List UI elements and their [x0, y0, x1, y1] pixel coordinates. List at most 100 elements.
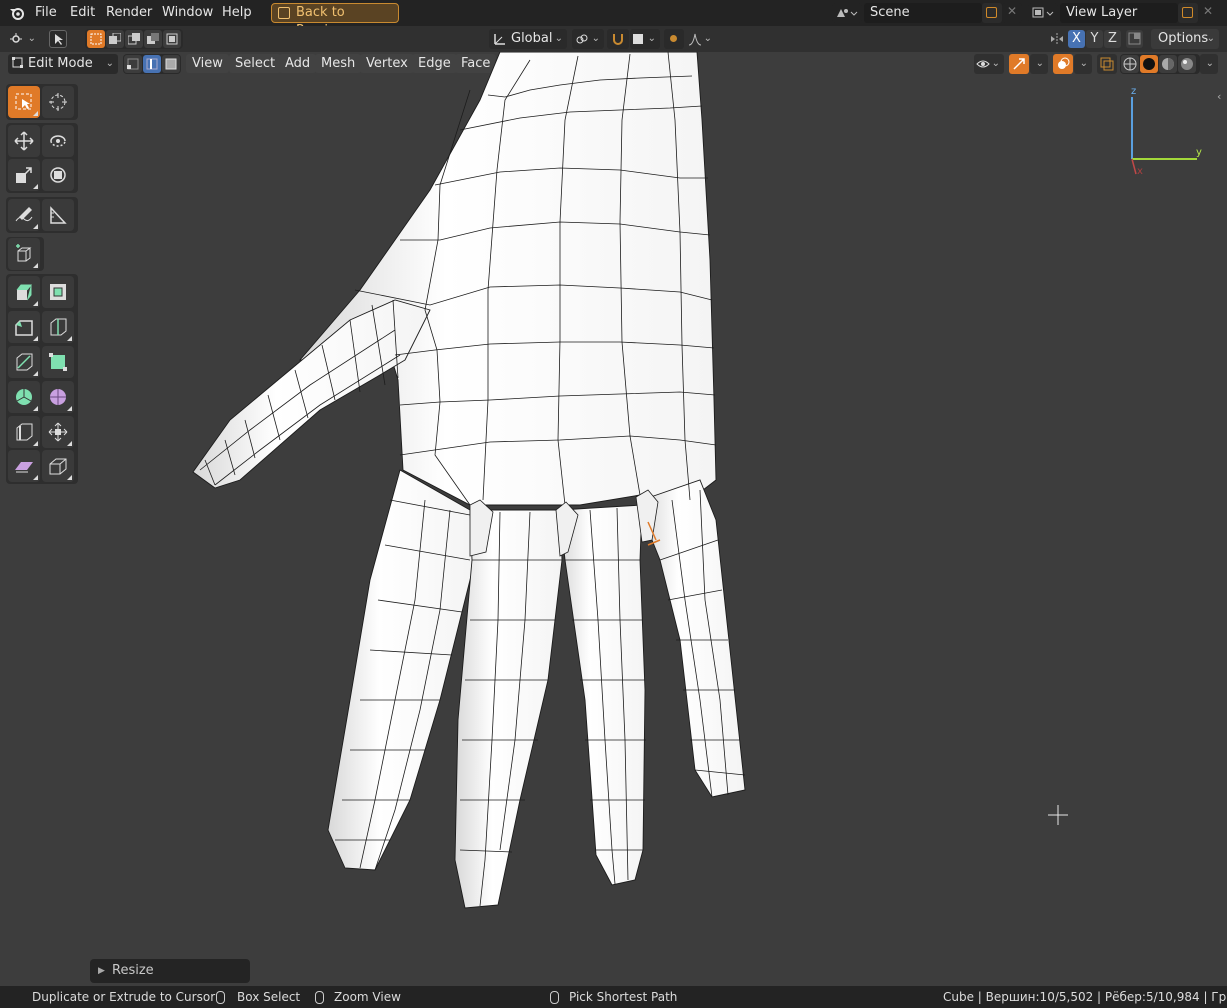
spin-icon — [16, 389, 32, 405]
tool-smooth[interactable] — [42, 381, 74, 413]
tool-extrude-region[interactable] — [8, 276, 40, 308]
tool-options-corner — [67, 336, 72, 341]
select-mode-intersect-icon[interactable] — [163, 30, 181, 48]
snap-toggle[interactable] — [607, 29, 629, 49]
select-mode-new-icon[interactable] — [87, 30, 105, 48]
mirror-icon[interactable] — [1050, 32, 1064, 46]
tool-options-corner — [67, 406, 72, 411]
options-dropdown[interactable]: Options ⌄ — [1151, 29, 1219, 49]
menu-file[interactable]: File — [35, 5, 57, 20]
tool-add-cube[interactable] — [8, 238, 40, 270]
tool-knife[interactable] — [8, 346, 40, 378]
scene-icon — [837, 9, 858, 17]
poly-build-icon — [49, 353, 67, 371]
tool-spin[interactable] — [8, 381, 40, 413]
bevel-icon — [15, 320, 33, 336]
view-layer-name-field[interactable]: View Layer — [1060, 3, 1178, 23]
rip-region-icon — [49, 458, 67, 475]
tool-options-corner — [67, 441, 72, 446]
pivot-point-dropdown[interactable]: ⌄ — [572, 29, 604, 49]
transform-orientation-dropdown[interactable]: Global ⌄ — [489, 29, 567, 49]
view-layer-remove-button[interactable]: ✕ — [1198, 3, 1218, 23]
view-layer-new-button[interactable] — [1178, 3, 1198, 23]
inset-faces-icon — [50, 284, 66, 300]
knife-icon — [16, 353, 33, 371]
scene-remove-button[interactable]: ✕ — [1002, 3, 1022, 23]
axis-x-toggle[interactable]: X — [1068, 30, 1085, 48]
axis-z-toggle[interactable]: Z — [1104, 30, 1121, 48]
back-to-previous-button[interactable]: Back to Previous — [271, 3, 399, 38]
tool-select-box[interactable] — [8, 86, 40, 118]
proportional-edit-toggle[interactable] — [664, 29, 684, 49]
tool-shrink-fatten[interactable] — [42, 416, 74, 448]
tool-options-corner — [33, 224, 38, 229]
shear-icon — [15, 462, 33, 473]
loop-cut-icon — [50, 318, 67, 336]
tool-edge-slide[interactable] — [8, 416, 40, 448]
last-operator-panel[interactable]: ▶ Resize — [90, 959, 250, 983]
status-box-select: Box Select — [237, 990, 301, 1004]
auto-merge-toggle[interactable] — [1126, 30, 1143, 48]
tool-options-corner — [33, 336, 38, 341]
select-tool-icon[interactable] — [49, 30, 67, 48]
view-layer-browse-button[interactable] — [1028, 3, 1058, 23]
add-cube-icon — [16, 244, 32, 262]
menu-edit[interactable]: Edit — [70, 5, 95, 20]
mouse-left-icon — [216, 991, 225, 1004]
tool-options-corner — [33, 406, 38, 411]
tool-poly-build[interactable] — [42, 346, 74, 378]
tool-cursor[interactable] — [42, 86, 74, 118]
status-zoom-view: Zoom View — [334, 990, 401, 1004]
tool-options-corner — [33, 441, 38, 446]
axis-y-toggle[interactable]: Y — [1086, 30, 1103, 48]
mouse-right-icon — [550, 991, 559, 1004]
mouse-middle-icon — [315, 991, 324, 1004]
rotate-icon — [50, 135, 66, 147]
select-mode-extend-icon[interactable] — [106, 30, 124, 48]
tool-annotate[interactable] — [8, 199, 40, 231]
tool-scale[interactable] — [8, 159, 40, 191]
status-left-action: Duplicate or Extrude to Cursor — [32, 990, 216, 1004]
tool-transform[interactable] — [42, 159, 74, 191]
extrude-region-icon — [16, 284, 33, 301]
editor-type-dropdown[interactable]: ⌄ — [6, 29, 40, 49]
tool-inset-faces[interactable] — [42, 276, 74, 308]
gizmo-y-label: y — [1196, 147, 1202, 158]
move-icon — [14, 131, 34, 151]
navigation-gizmo[interactable] — [1120, 88, 1210, 180]
back-icon — [278, 7, 290, 19]
menu-help[interactable]: Help — [222, 5, 252, 20]
tool-options-corner — [33, 184, 38, 189]
select-mode-subtract-icon[interactable] — [125, 30, 143, 48]
tool-settings-header: ⌄ Global ⌄ ⌄ ⌄ ⌄ X Y Z Options ⌄ — [0, 26, 1227, 52]
scene-name-field[interactable]: Scene — [864, 3, 982, 23]
tool-loop-cut[interactable] — [42, 311, 74, 343]
tool-rotate[interactable] — [42, 125, 74, 157]
close-icon: ✕ — [1203, 4, 1214, 18]
measure-ruler-icon — [50, 206, 67, 224]
tool-bevel[interactable] — [8, 311, 40, 343]
tool-move[interactable] — [8, 125, 40, 157]
tool-shear[interactable] — [8, 450, 40, 482]
select-mode-difference-icon[interactable] — [144, 30, 162, 48]
gizmo-z-label: z — [1131, 86, 1137, 97]
copy-icon — [1182, 7, 1193, 18]
edge-slide-icon — [16, 423, 33, 441]
chevron-down-icon: ⌄ — [554, 33, 563, 44]
top-bar: File Edit Render Window Help Back to Pre… — [0, 0, 1227, 38]
blender-logo-icon[interactable] — [9, 6, 25, 20]
menu-window[interactable]: Window — [162, 5, 213, 20]
snap-target-dropdown[interactable]: ⌄ — [630, 29, 660, 49]
chevron-down-icon: ⌄ — [591, 33, 600, 44]
menu-render[interactable]: Render — [106, 5, 152, 20]
close-icon: ✕ — [1007, 4, 1018, 18]
scene-new-button[interactable] — [982, 3, 1002, 23]
proportional-falloff-dropdown[interactable]: ⌄ — [686, 29, 716, 49]
expand-triangle-icon: ▶ — [98, 966, 105, 976]
transform-icon — [50, 167, 66, 183]
tool-options-corner — [67, 475, 72, 480]
proportional-dot-icon — [670, 35, 677, 42]
tool-measure[interactable] — [42, 199, 74, 231]
tool-rip-region[interactable] — [42, 450, 74, 482]
scene-browse-button[interactable] — [832, 3, 862, 23]
